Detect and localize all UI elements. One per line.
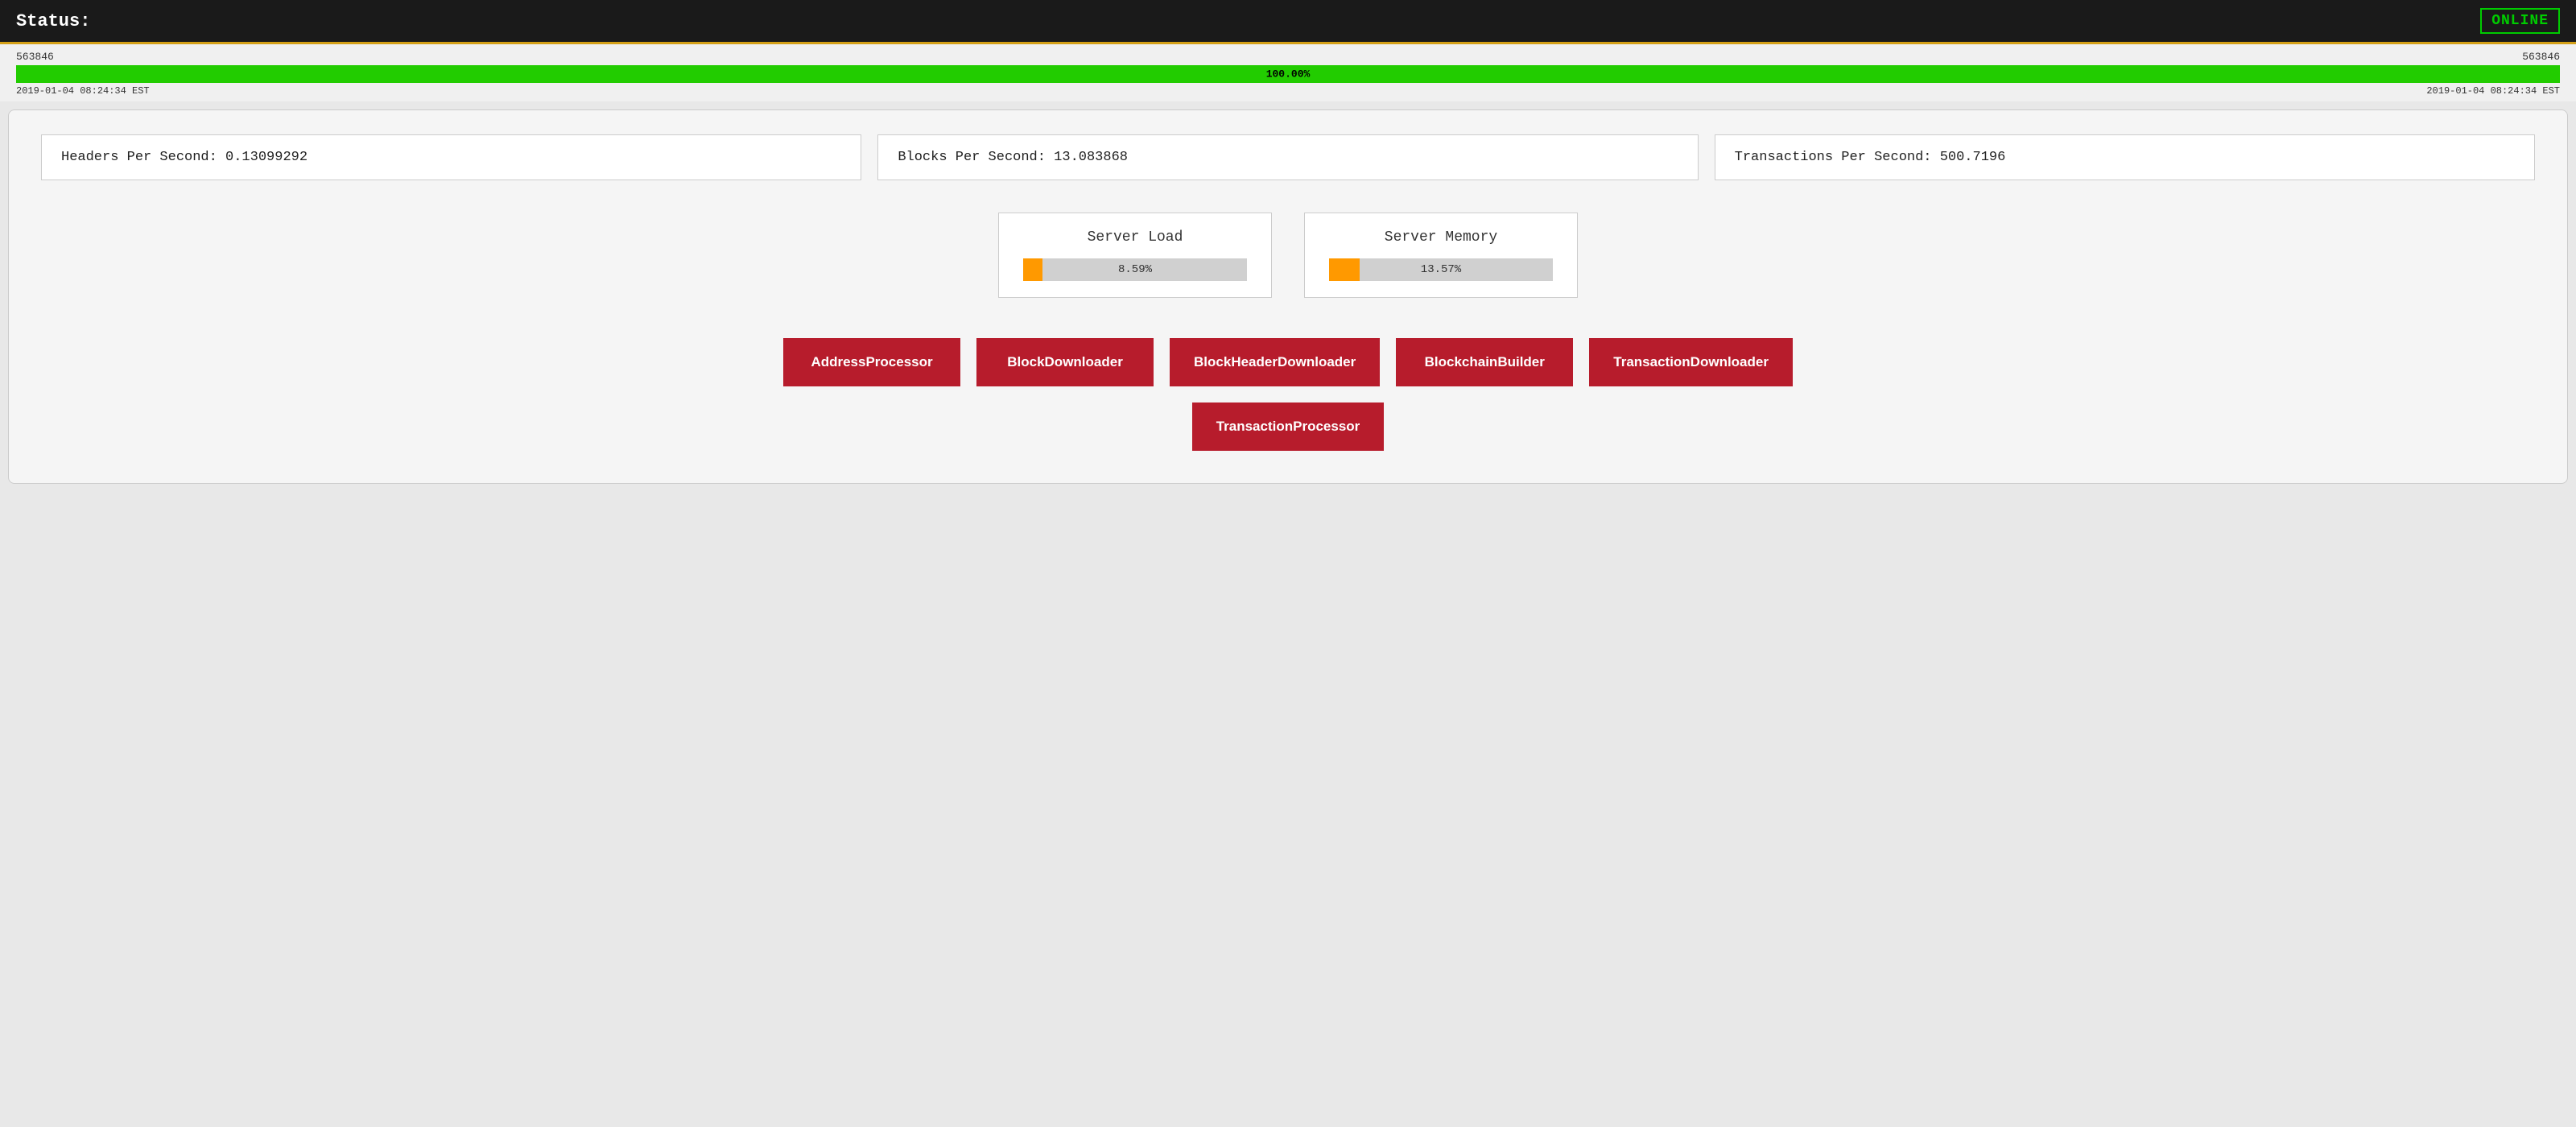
main-content: Headers Per Second: 0.13099292 Blocks Per… — [8, 109, 2568, 484]
stat-card: Blocks Per Second: 13.083868 — [877, 134, 1698, 180]
stat-card: Headers Per Second: 0.13099292 — [41, 134, 861, 180]
header: Status: ONLINE — [0, 0, 2576, 44]
metric-bar-fill — [1329, 258, 1360, 281]
progress-right-date: 2019-01-04 08:24:34 EST — [2426, 85, 2560, 97]
processor-button[interactable]: AddressProcessor — [783, 338, 960, 386]
metric-title: Server Load — [1023, 229, 1247, 246]
progress-left-number: 563846 — [16, 51, 54, 63]
metrics-row: Server Load 8.59% Server Memory 13.57% — [41, 213, 2535, 298]
progress-section: 563846 563846 100.00% 2019-01-04 08:24:3… — [0, 44, 2576, 101]
metric-bar-label: 13.57% — [1421, 263, 1461, 276]
metric-bar-container: 13.57% — [1329, 258, 1553, 281]
processors-row-1: AddressProcessor BlockDownloader BlockHead… — [41, 338, 2535, 386]
progress-bar-label: 100.00% — [1266, 68, 1311, 80]
processor-button[interactable]: BlockDownloader — [976, 338, 1154, 386]
metric-title: Server Memory — [1329, 229, 1553, 246]
progress-right-number: 563846 — [2522, 51, 2560, 63]
metric-card: Server Load 8.59% — [998, 213, 1272, 298]
metric-bar-label: 8.59% — [1118, 263, 1152, 276]
metric-bar-fill — [1023, 258, 1042, 281]
processors-row-2: TransactionProcessor — [41, 402, 2535, 451]
stats-row: Headers Per Second: 0.13099292 Blocks Per… — [41, 134, 2535, 180]
processor-button[interactable]: BlockchainBuilder — [1396, 338, 1573, 386]
progress-numbers: 563846 563846 — [16, 51, 2560, 63]
processor-button[interactable]: TransactionDownloader — [1589, 338, 1793, 386]
metric-card: Server Memory 13.57% — [1304, 213, 1578, 298]
processor-button[interactable]: TransactionProcessor — [1192, 402, 1385, 451]
progress-left-date: 2019-01-04 08:24:34 EST — [16, 85, 150, 97]
processor-button[interactable]: BlockHeaderDownloader — [1170, 338, 1380, 386]
progress-bar-container: 100.00% — [16, 65, 2560, 83]
progress-dates: 2019-01-04 08:24:34 EST 2019-01-04 08:24… — [16, 85, 2560, 97]
online-badge: ONLINE — [2480, 8, 2560, 34]
stat-card: Transactions Per Second: 500.7196 — [1715, 134, 2535, 180]
metric-bar-container: 8.59% — [1023, 258, 1247, 281]
status-label: Status: — [16, 11, 90, 31]
